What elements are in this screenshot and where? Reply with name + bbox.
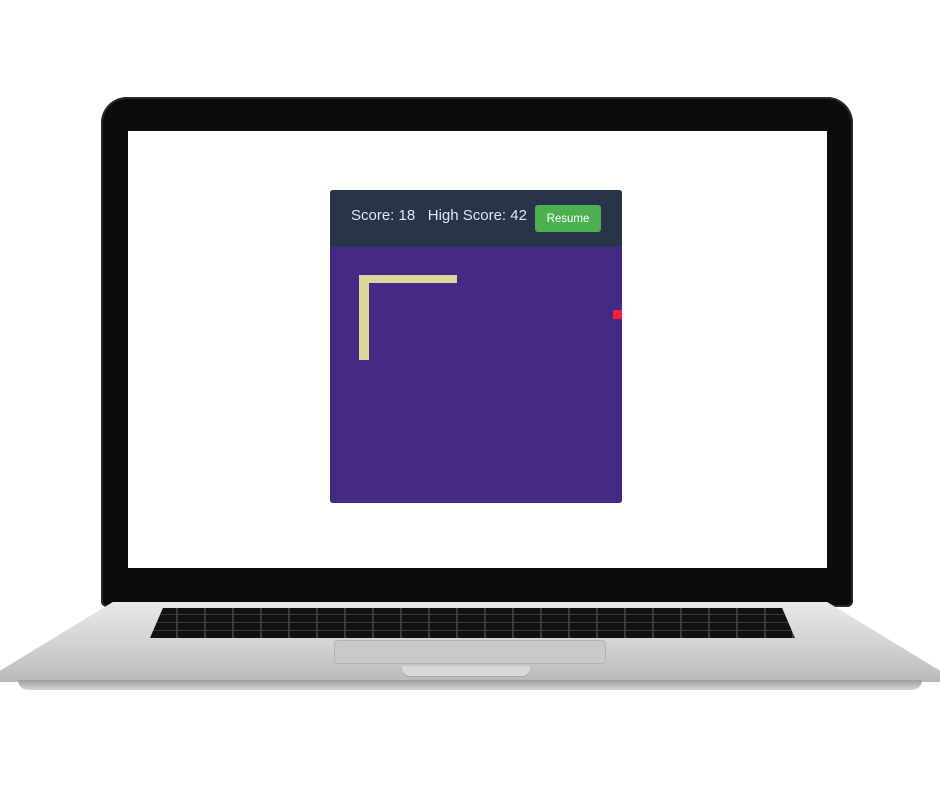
- base-edge: [18, 680, 922, 690]
- high-score-label: High Score:: [427, 207, 507, 224]
- trackpad: [334, 640, 606, 664]
- game-header: Score: 18 High Score: 42 Resume: [330, 190, 622, 247]
- keyboard-rows: [150, 608, 795, 638]
- high-score-value: 42: [510, 207, 527, 224]
- food-pellet: [613, 310, 622, 319]
- snake-horizontal-segment: [359, 275, 457, 283]
- laptop-scene: Score: 18 High Score: 42 Resume: [0, 0, 940, 788]
- laptop-screen: Score: 18 High Score: 42 Resume: [128, 131, 827, 568]
- snake-vertical-segment: [359, 275, 369, 360]
- lid-notch: [402, 666, 530, 676]
- score-display: Score: 18 High Score: 42: [351, 207, 527, 224]
- resume-button[interactable]: Resume: [535, 205, 601, 232]
- game-board[interactable]: [330, 247, 622, 503]
- snake-game: Score: 18 High Score: 42 Resume: [330, 190, 622, 503]
- score-label: Score:: [351, 207, 395, 224]
- score-value: 18: [398, 207, 416, 224]
- laptop-base: [0, 602, 940, 690]
